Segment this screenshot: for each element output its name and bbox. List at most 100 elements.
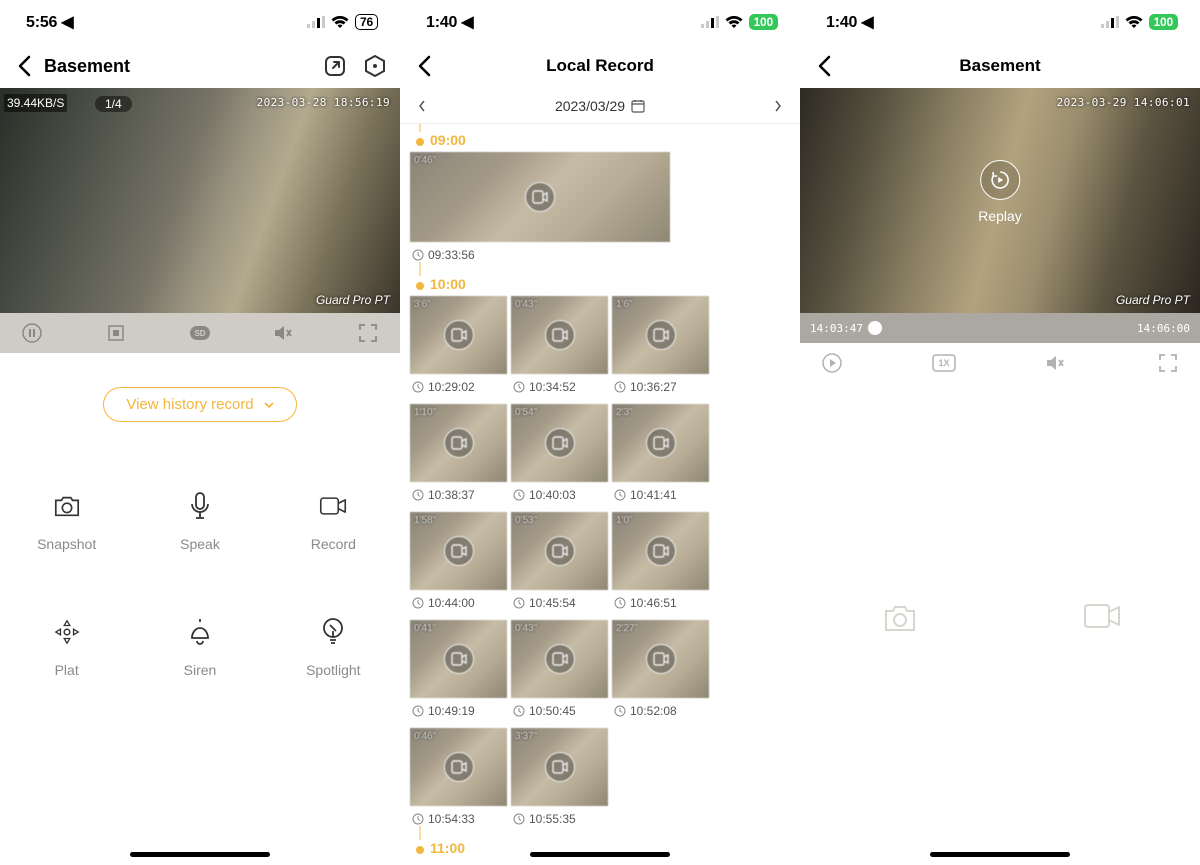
prev-day-button[interactable] (418, 100, 426, 112)
playback-scrubber[interactable]: 14:03:47 14:06:00 (800, 313, 1200, 343)
recording-clip[interactable]: 2'27"10:52:08 (612, 620, 709, 724)
recording-clip[interactable]: 1'58"10:44:00 (410, 512, 507, 616)
recording-clip[interactable]: 0'53"10:45:54 (511, 512, 608, 616)
clip-duration: 0'54" (515, 407, 537, 418)
status-time: 1:40◀︎ (426, 12, 473, 32)
settings-icon[interactable] (364, 55, 386, 77)
svg-text:SD: SD (194, 329, 205, 338)
recording-clip[interactable]: 0'54" 10:40:03 (511, 404, 608, 508)
share-icon[interactable] (324, 55, 346, 77)
clip-grid: 3'6"10:29:020'43"10:34:521'6"10:36:27 1'1… (410, 296, 800, 832)
recording-clip[interactable]: 3'6"10:29:02 (410, 296, 507, 400)
recording-clip[interactable]: 1'0"10:46:51 (612, 512, 709, 616)
clip-thumbnail: 1'6" (612, 296, 709, 374)
cellular-icon (307, 16, 325, 28)
playback-video[interactable]: 2023-03-29 14:06:01 Guard Pro PT Replay (800, 88, 1200, 313)
clip-time: 10:49:19 (410, 698, 507, 724)
clip-thumbnail: 0'43" (511, 296, 608, 374)
scrubber-end: 14:06:00 (1137, 322, 1190, 335)
recording-clip[interactable]: 0'41"10:49:19 (410, 620, 507, 724)
snapshot-button[interactable]: Snapshot (0, 462, 133, 588)
date-picker[interactable]: 2023/03/29 (555, 98, 645, 114)
cellular-icon (701, 16, 719, 28)
clip-duration: 0'43" (515, 623, 537, 634)
clip-time: 10:40:03 (511, 482, 608, 508)
wifi-icon (331, 16, 349, 29)
next-day-button[interactable] (774, 100, 782, 112)
clip-time: 10:36:27 (612, 374, 709, 400)
recording-clip[interactable]: 1'10"10:38:37 (410, 404, 507, 508)
play-icon (444, 320, 474, 350)
recording-clip[interactable]: 0'43"10:34:52 (511, 296, 608, 400)
action-grid: Snapshot Speak Record Plat Siren Spotlig… (0, 422, 400, 714)
action-label: Snapshot (37, 536, 96, 552)
replay-button[interactable]: Replay (978, 160, 1022, 224)
recording-clip[interactable]: 0'43"10:50:45 (511, 620, 608, 724)
clip-thumbnail: 3'6" (410, 296, 507, 374)
bell-icon (186, 618, 214, 646)
live-video[interactable]: 39.44KB/S 1/4 2023-03-28 18:56:19 Guard … (0, 88, 400, 313)
camera-model: Guard Pro PT (316, 293, 390, 307)
recording-clip[interactable]: 1'6"10:36:27 (612, 296, 709, 400)
play-icon (545, 320, 575, 350)
recording-clip[interactable]: 3'37"10:55:35 (511, 728, 608, 832)
home-indicator[interactable] (530, 852, 670, 857)
play-icon (545, 644, 575, 674)
back-button[interactable] (14, 56, 34, 76)
spotlight-button[interactable]: Spotlight (267, 588, 400, 714)
record-button[interactable]: Record (267, 462, 400, 588)
speak-button[interactable]: Speak (133, 462, 266, 588)
view-history-button[interactable]: View history record (103, 387, 296, 422)
mute-button[interactable] (1044, 351, 1068, 375)
wifi-icon (1125, 16, 1143, 29)
clip-time: 10:45:54 (511, 590, 608, 616)
timeline[interactable]: 09:000'46"09:33:5610:003'6"10:29:020'43"… (400, 124, 800, 860)
clip-thumbnail: 0'54" (511, 404, 608, 482)
fullscreen-button[interactable] (356, 321, 380, 345)
clip-thumbnail: 0'46" (410, 728, 507, 806)
play-icon (545, 428, 575, 458)
stop-button[interactable] (104, 321, 128, 345)
home-indicator[interactable] (130, 852, 270, 857)
play-button[interactable] (820, 351, 844, 375)
player-controls: SD (0, 313, 400, 353)
recording-clip[interactable]: 2'3"10:41:41 (612, 404, 709, 508)
pause-button[interactable] (20, 321, 44, 345)
record-button[interactable] (1083, 603, 1117, 637)
snapshot-button[interactable] (883, 603, 917, 637)
timeline-hour-label: 09:00 (410, 124, 800, 152)
timeline-hour-label: 10:00 (410, 268, 800, 296)
clip-time: 09:33:56 (410, 242, 670, 268)
playback-controls: 1X (800, 343, 1200, 383)
clip-time: 10:44:00 (410, 590, 507, 616)
recording-clip[interactable]: 0'46"09:33:56 (410, 152, 670, 268)
battery-indicator: 76 (355, 14, 378, 30)
play-icon (444, 752, 474, 782)
clip-thumbnail: 1'58" (410, 512, 507, 590)
video-timestamp: 2023-03-28 18:56:19 (257, 96, 390, 109)
header: Local Record (400, 44, 800, 88)
scrubber-knob[interactable] (868, 321, 882, 335)
mute-button[interactable] (272, 321, 296, 345)
quality-button[interactable]: SD (188, 321, 212, 345)
back-button[interactable] (414, 56, 434, 76)
clip-time: 10:41:41 (612, 482, 709, 508)
recording-clip[interactable]: 0'46" 10:54:33 (410, 728, 507, 832)
clip-thumbnail: 2'3" (612, 404, 709, 482)
clip-time: 10:54:33 (410, 806, 507, 832)
speed-button[interactable]: 1X (932, 351, 956, 375)
home-indicator[interactable] (930, 852, 1070, 857)
calendar-icon (631, 99, 645, 113)
video-icon (319, 492, 347, 520)
clip-thumbnail: 3'37" (511, 728, 608, 806)
fullscreen-button[interactable] (1156, 351, 1180, 375)
back-button[interactable] (814, 56, 834, 76)
siren-button[interactable]: Siren (133, 588, 266, 714)
clip-duration: 1'10" (414, 407, 436, 418)
clip-duration: 0'46" (414, 731, 436, 742)
status-time: 1:40◀︎ (826, 12, 873, 32)
video-timestamp: 2023-03-29 14:06:01 (1057, 96, 1190, 109)
camera-model: Guard Pro PT (1116, 293, 1190, 307)
plat-button[interactable]: Plat (0, 588, 133, 714)
play-icon (525, 182, 555, 212)
